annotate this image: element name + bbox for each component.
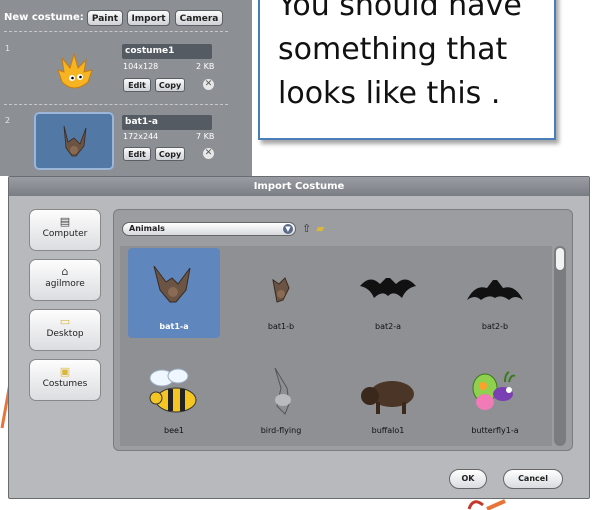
grid-item-bee1[interactable]: bee1 (128, 352, 220, 442)
new-costume-label: New costume: (4, 12, 84, 23)
costume-name-field[interactable]: costume1 (122, 44, 212, 59)
grid-item-bird-flying[interactable]: bird-flying (235, 352, 327, 442)
bat-silhouette-icon (360, 278, 416, 298)
costume-number: 2 (5, 116, 11, 125)
bat-silhouette-icon (467, 280, 523, 300)
sidebar-item-label: Costumes (42, 379, 88, 389)
scrollbar[interactable] (554, 246, 566, 446)
costume-number: 1 (5, 44, 11, 53)
sidebar-item-label: Desktop (46, 329, 84, 339)
costume-panel: New costume: Paint Import Camera 1 costu… (0, 0, 252, 176)
costume-name-field[interactable]: bat1-a (122, 115, 212, 130)
delete-icon[interactable]: ✕ (203, 148, 214, 159)
grid-item-label: bat2-b (481, 322, 509, 331)
costume-size: 7 KB (196, 132, 215, 141)
instruction-callout: You should have something that looks lik… (258, 0, 556, 140)
sprite-icon (57, 52, 93, 89)
divider (4, 31, 228, 32)
grid-item-label: buffalo1 (371, 426, 405, 435)
grid-item-label: bat2-a (375, 322, 401, 331)
copy-button[interactable]: Copy (155, 78, 185, 92)
file-browser: Animals ▼ ⇧ ▰ bat1-a bat1-b bat2-a bat2-… (113, 209, 573, 451)
folder-select-value: Animals (129, 224, 165, 233)
sidebar-item-computer[interactable]: ▤ Computer (29, 209, 101, 251)
sidebar-item-desktop[interactable]: ▭ Desktop (29, 309, 101, 351)
grid-item-buffalo1[interactable]: buffalo1 (342, 352, 434, 442)
import-costume-dialog: Import Costume ▤ Computer ⌂ agilmore ▭ D… (8, 176, 590, 499)
bird-icon (274, 367, 291, 415)
grid-item-bat2-a[interactable]: bat2-a (342, 248, 434, 338)
bat-icon (272, 277, 290, 303)
bat-icon (153, 265, 191, 303)
costume-dimensions: 172x244 (123, 132, 159, 141)
home-icon: ⌂ (61, 265, 69, 278)
up-folder-icon[interactable]: ⇧ (302, 222, 311, 235)
sidebar-item-costumes[interactable]: ▣ Costumes (29, 359, 101, 401)
grid-item-label: bird-flying (260, 426, 302, 435)
folder-select[interactable]: Animals ▼ (122, 222, 296, 236)
callout-line: looks like this . (278, 76, 501, 111)
folder-icon: ▭ (59, 315, 71, 328)
bee-icon (149, 368, 197, 413)
buffalo-icon (361, 381, 414, 414)
callout-line: something that (278, 32, 508, 67)
grid-item-label: bat1-b (267, 322, 295, 331)
edit-button[interactable]: Edit (123, 147, 151, 161)
costume-thumbnail[interactable] (34, 42, 114, 100)
delete-icon[interactable]: ✕ (203, 79, 214, 90)
costume-grid: bat1-a bat1-b bat2-a bat2-b bee1 bird-fl… (120, 246, 552, 446)
costume-dimensions: 104x128 (123, 62, 159, 71)
grid-item-butterfly1-a[interactable]: butterfly1-a (449, 352, 541, 442)
chevron-down-icon[interactable]: ▼ (283, 224, 293, 234)
grid-item-bat2-b[interactable]: bat2-b (449, 248, 541, 338)
paint-button[interactable]: Paint (87, 10, 123, 26)
divider (4, 104, 228, 105)
sidebar-item-agilmore[interactable]: ⌂ agilmore (29, 259, 101, 301)
copy-button[interactable]: Copy (155, 147, 185, 161)
sidebar-item-label: agilmore (45, 279, 85, 289)
edit-button[interactable]: Edit (123, 78, 151, 92)
costume-size: 2 KB (196, 62, 215, 71)
grid-item-bat1-a[interactable]: bat1-a (128, 248, 220, 338)
new-folder-icon[interactable]: ▰ (316, 222, 324, 235)
sidebar-item-label: Computer (42, 229, 88, 239)
grid-item-label: bee1 (163, 426, 184, 435)
costume-thumbnail-selected[interactable] (34, 112, 114, 170)
computer-icon: ▤ (59, 215, 71, 228)
grid-item-bat1-b[interactable]: bat1-b (235, 248, 327, 338)
bat-icon (63, 125, 87, 157)
butterfly-icon (472, 371, 516, 410)
grid-item-label: butterfly1-a (471, 426, 519, 435)
dialog-title: Import Costume (9, 177, 589, 196)
camera-button[interactable]: Camera (175, 10, 223, 26)
grid-item-label: bat1-a (159, 322, 189, 331)
cancel-button[interactable]: Cancel (503, 469, 563, 489)
scrollbar-thumb[interactable] (556, 248, 564, 270)
callout-line: You should have (278, 0, 522, 23)
ok-button[interactable]: OK (449, 469, 487, 489)
costumes-folder-icon: ▣ (59, 365, 71, 378)
import-button[interactable]: Import (127, 10, 170, 26)
